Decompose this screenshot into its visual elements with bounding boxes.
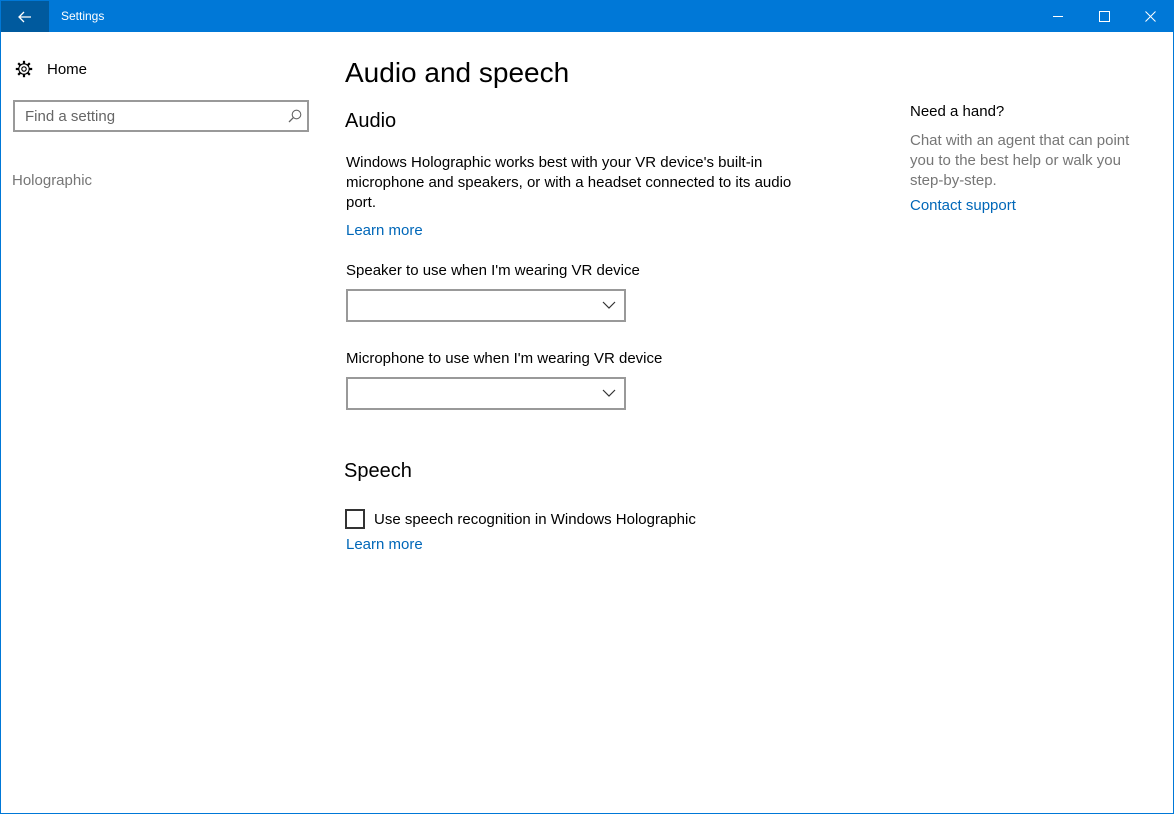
microphone-label: Microphone to use when I'm wearing VR de… <box>346 350 663 367</box>
audio-learn-more-link[interactable]: Learn more <box>346 221 423 241</box>
maximize-icon <box>1098 11 1110 22</box>
close-button[interactable] <box>1127 1 1173 32</box>
back-button[interactable] <box>1 1 49 32</box>
settings-window: Settings Home Find a setting Holographic… <box>0 0 1174 814</box>
audio-heading: Audio <box>345 110 397 132</box>
search-icon[interactable] <box>288 109 302 123</box>
minimize-icon <box>1052 16 1063 17</box>
sidebar-item-holographic[interactable]: Holographic <box>12 172 92 189</box>
minimize-button[interactable] <box>1035 1 1081 32</box>
window-title: Settings <box>61 9 105 23</box>
speech-learn-more-link[interactable]: Learn more <box>346 535 423 555</box>
help-title: Need a hand? <box>910 103 1005 120</box>
title-bar: Settings <box>1 1 1173 32</box>
chevron-down-icon <box>602 301 616 309</box>
home-label: Home <box>47 60 88 78</box>
speech-heading: Speech <box>344 460 412 482</box>
back-arrow-icon <box>18 11 31 22</box>
home-nav-item[interactable]: Home <box>15 57 87 81</box>
close-icon <box>1144 11 1156 22</box>
speech-recognition-label: Use speech recognition in Windows Hologr… <box>374 510 696 528</box>
gear-icon <box>15 60 33 78</box>
microphone-dropdown[interactable] <box>346 377 626 410</box>
help-text: Chat with an agent that can point you to… <box>910 132 1130 189</box>
contact-support-link[interactable]: Contact support <box>910 196 1016 216</box>
speaker-dropdown[interactable] <box>346 289 626 322</box>
speech-recognition-checkbox[interactable] <box>345 509 365 529</box>
search-input[interactable] <box>15 102 287 130</box>
speaker-label: Speaker to use when I'm wearing VR devic… <box>346 262 640 279</box>
speech-recognition-option[interactable]: Use speech recognition in Windows Hologr… <box>345 508 696 530</box>
maximize-button[interactable] <box>1081 1 1127 32</box>
audio-description: Windows Holographic works best with your… <box>346 154 792 211</box>
page-title: Audio and speech <box>345 57 570 88</box>
chevron-down-icon <box>602 389 616 397</box>
search-box[interactable] <box>13 100 309 132</box>
